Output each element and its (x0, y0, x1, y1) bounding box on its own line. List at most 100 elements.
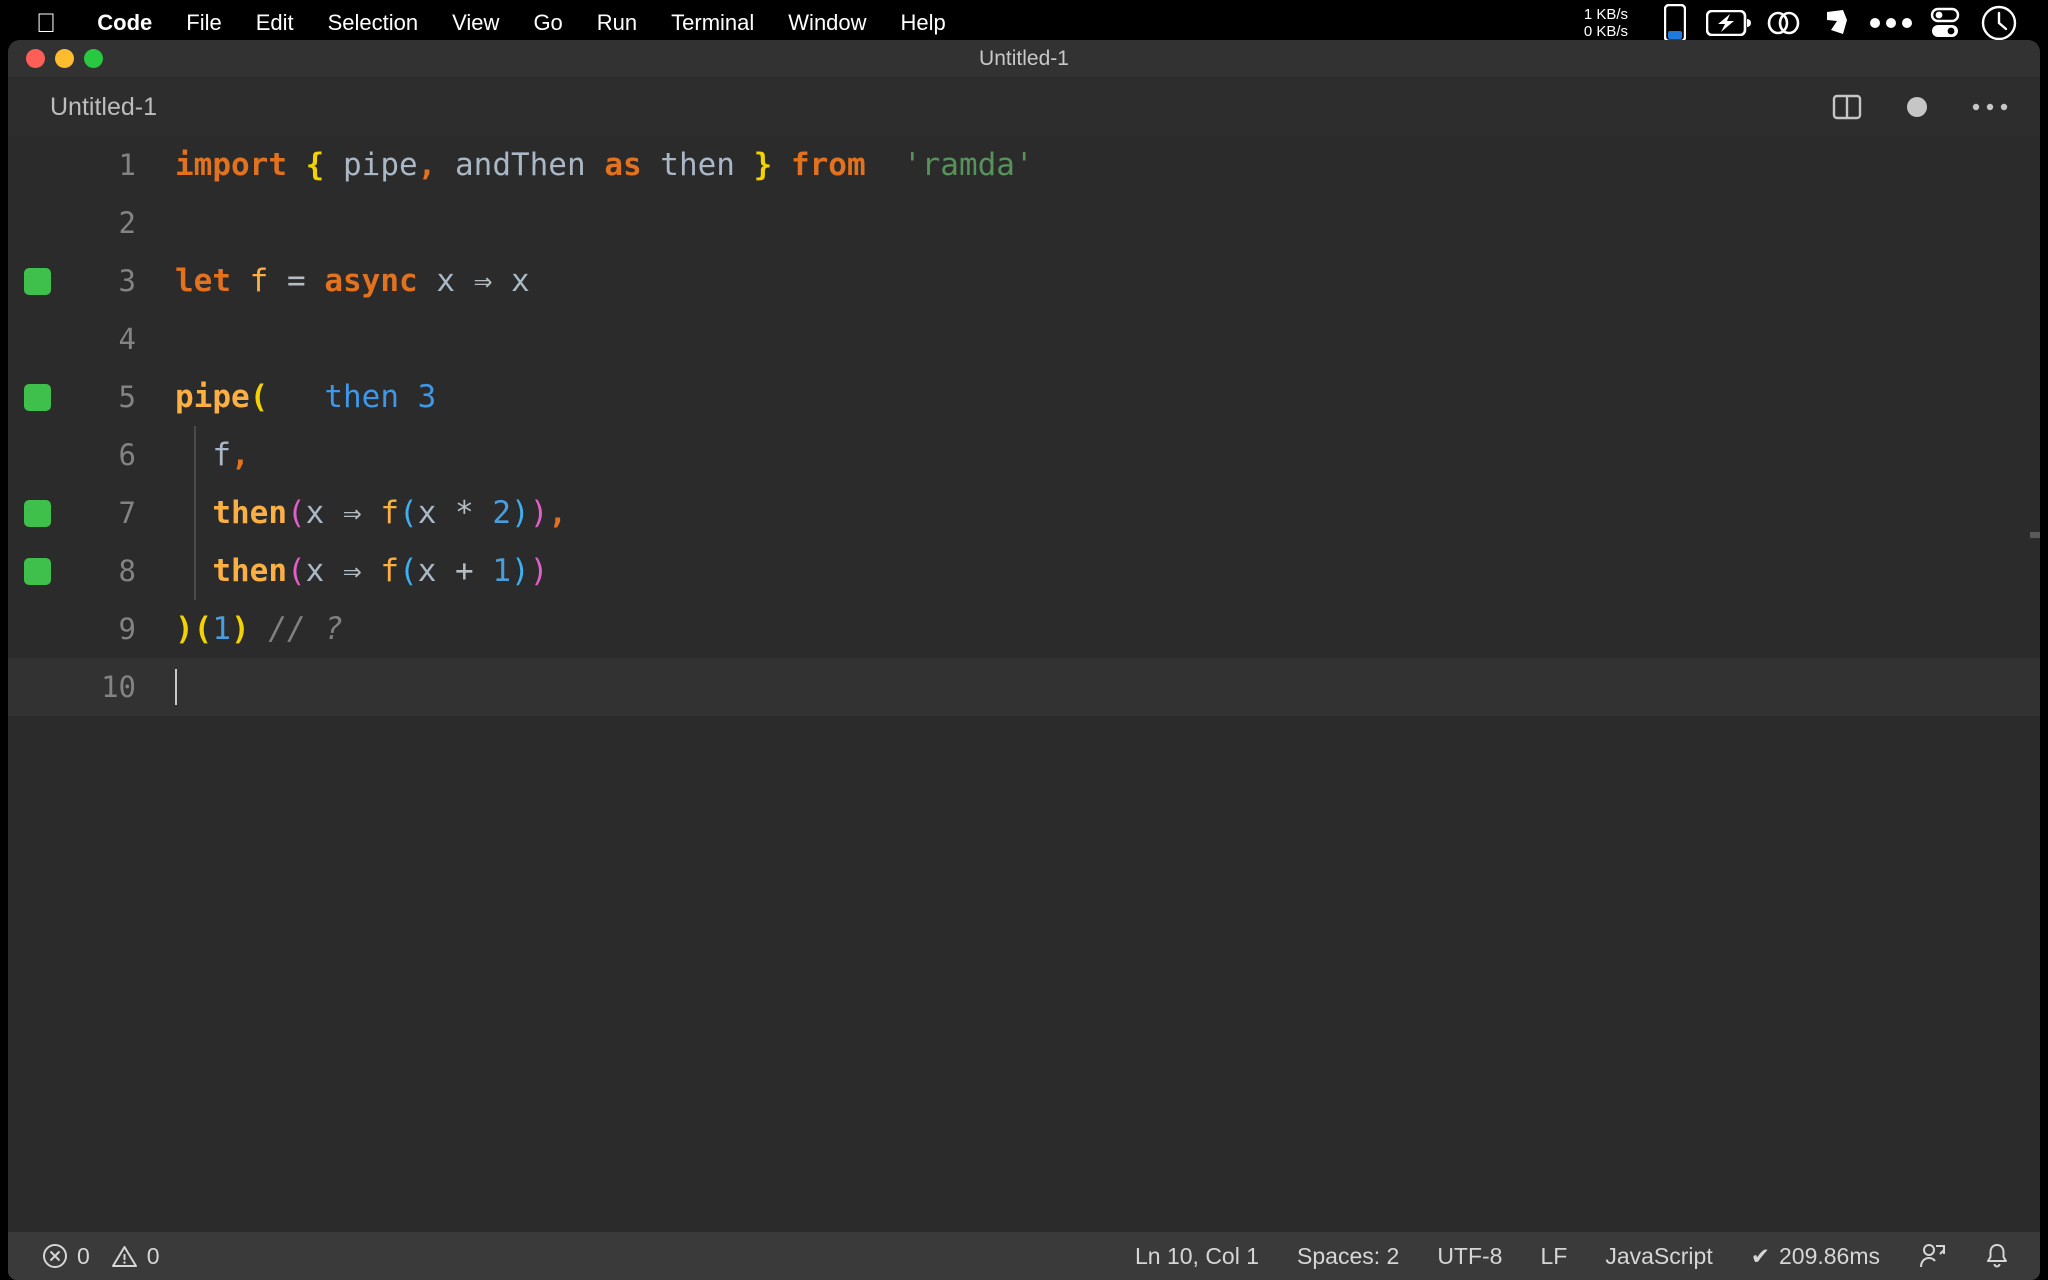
breakpoint-icon[interactable] (23, 557, 51, 585)
glyph-margin[interactable] (8, 383, 66, 411)
token: x (417, 553, 437, 589)
error-circle-icon (42, 1243, 68, 1269)
code-text[interactable]: import { pipe, andThen as then } from 'r… (175, 147, 1034, 183)
token: ⇒ (343, 553, 362, 589)
encoding-setting[interactable]: UTF-8 (1433, 1243, 1506, 1270)
eol-setting[interactable]: LF (1536, 1243, 1571, 1270)
bell-icon[interactable] (1980, 1242, 2014, 1270)
token: 2 (492, 495, 512, 531)
glyph-margin[interactable] (8, 499, 66, 527)
check-mark-icon: ✔ (1750, 1242, 1770, 1269)
token: = (287, 263, 306, 299)
glyph-margin[interactable] (8, 557, 66, 585)
text-caret (175, 668, 177, 705)
token: f (212, 437, 231, 473)
battery-charging-icon[interactable] (1702, 10, 1756, 36)
language-mode[interactable]: JavaScript (1601, 1243, 1716, 1270)
token: { (305, 147, 325, 183)
token: then (212, 495, 287, 531)
code-line-6[interactable]: 6 f, (8, 426, 2040, 484)
code-line-4[interactable]: 4 (8, 310, 2040, 368)
token: ( (399, 553, 418, 589)
breakpoint-icon[interactable] (23, 383, 51, 411)
breakpoint-icon[interactable] (23, 267, 51, 295)
token: x (417, 495, 437, 531)
token: 'ramda' (902, 147, 1034, 183)
code-line-7[interactable]: 7 then(x ⇒ f(x * 2)), (8, 484, 2040, 542)
unsaved-dot-icon[interactable] (1904, 94, 1930, 120)
toggles-icon[interactable] (1918, 7, 1972, 39)
token: 1 (492, 553, 512, 589)
menu-item-view[interactable]: View (435, 10, 516, 36)
network-up-speed: 1 KB/s (1583, 6, 1628, 23)
window-title: Untitled-1 (979, 46, 1069, 70)
token: x (511, 263, 530, 299)
menu-item-help[interactable]: Help (884, 10, 963, 36)
status-bar: 0 0 Ln 10, Col 1 Spaces: 2 UTF-8 LF Java… (8, 1232, 2040, 1280)
token: , (231, 437, 250, 473)
code-text[interactable]: )(1) // ? (175, 611, 343, 647)
link-chain-icon[interactable] (1756, 10, 1810, 36)
line-number: 9 (118, 612, 136, 646)
breakpoint-icon[interactable] (23, 499, 51, 527)
code-line-10[interactable]: 10 (8, 658, 2040, 716)
menu-item-edit[interactable]: Edit (239, 10, 311, 36)
token: + (455, 553, 474, 589)
code-line-1[interactable]: 1 import { pipe, andThen as then } from '… (8, 136, 2040, 194)
problems-status[interactable]: 0 0 (38, 1243, 164, 1270)
code-line-3[interactable]: 3 let f = async x ⇒ x (8, 252, 2040, 310)
remote-account-icon[interactable] (1914, 1242, 1950, 1270)
clock-icon[interactable] (1972, 5, 2026, 41)
token: x (305, 495, 325, 531)
warning-count: 0 (146, 1242, 160, 1269)
line-number: 4 (118, 322, 136, 356)
split-editor-icon[interactable] (1832, 92, 1862, 122)
token: ) (529, 553, 549, 589)
dropbox-icon[interactable] (1810, 8, 1864, 38)
code-line-5[interactable]: 5 pipe( then 3 (8, 368, 2040, 426)
code-editor-surface[interactable]: 1 import { pipe, andThen as then } from '… (8, 136, 2040, 1232)
tab-untitled-1[interactable]: Untitled-1 (50, 93, 157, 122)
code-text[interactable] (175, 668, 177, 706)
code-text[interactable]: f, (175, 437, 250, 473)
token: ( (193, 611, 213, 647)
glyph-margin[interactable] (8, 267, 66, 295)
token: ) (529, 495, 549, 531)
phone-battery-icon[interactable] (1648, 4, 1702, 42)
apple-logo-icon[interactable]:  (36, 9, 56, 37)
cursor-position[interactable]: Ln 10, Col 1 (1131, 1243, 1263, 1270)
indentation-setting[interactable]: Spaces: 2 (1293, 1243, 1403, 1270)
code-text[interactable]: let f = async x ⇒ x (175, 263, 530, 299)
menu-item-selection[interactable]: Selection (311, 10, 436, 36)
vscode-window: Untitled-1 Untitled-1 1 import { pipe, an… (8, 40, 2040, 1280)
code-text[interactable]: then(x ⇒ f(x * 2)), (175, 495, 567, 531)
menu-item-code[interactable]: Code (80, 10, 169, 36)
status-bar-right: Ln 10, Col 1 Spaces: 2 UTF-8 LF JavaScri… (1131, 1242, 2014, 1270)
token: , (417, 147, 437, 183)
ellipsis-icon[interactable] (1864, 17, 1918, 29)
token: then (641, 147, 754, 183)
code-line-9[interactable]: 9 )(1) // ? (8, 600, 2040, 658)
menu-item-file[interactable]: File (169, 10, 238, 36)
indent-guide (194, 426, 196, 484)
menu-item-window[interactable]: Window (771, 10, 883, 36)
scrollbar-decoration[interactable] (2030, 532, 2040, 538)
code-text[interactable]: then(x ⇒ f(x + 1)) (175, 553, 548, 589)
token: ) (511, 553, 530, 589)
code-line-2[interactable]: 2 (8, 194, 2040, 252)
code-text[interactable]: pipe( then 3 (175, 379, 436, 415)
code-line-8[interactable]: 8 then(x ⇒ f(x + 1)) (8, 542, 2040, 600)
menu-item-terminal[interactable]: Terminal (654, 10, 771, 36)
menu-item-go[interactable]: Go (516, 10, 579, 36)
run-time-status[interactable]: ✔ 209.86ms (1747, 1243, 1884, 1270)
more-actions-icon[interactable] (1972, 102, 2008, 112)
run-time-value: 209.86ms (1778, 1242, 1880, 1269)
menu-item-run[interactable]: Run (580, 10, 654, 36)
